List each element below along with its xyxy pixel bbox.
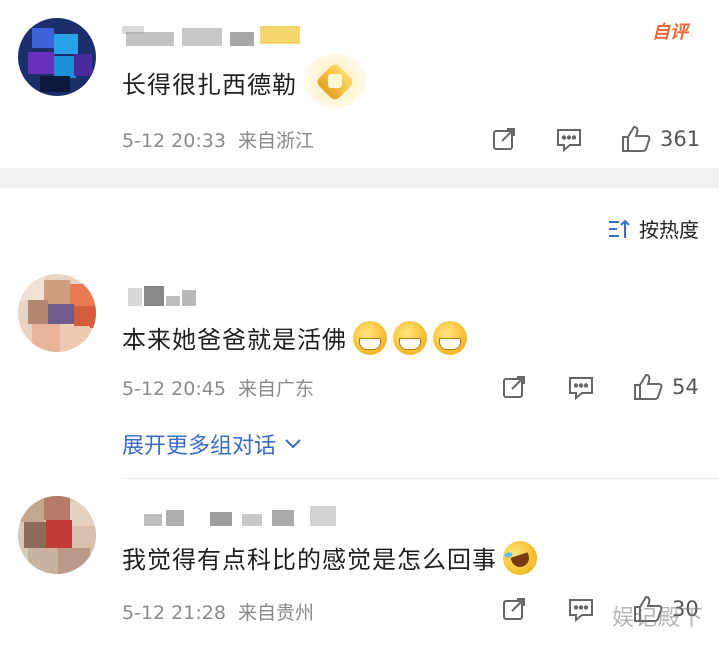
comment-location: 来自贵州	[238, 602, 315, 624]
expand-conversation-link[interactable]: 展开更多组对话	[122, 428, 302, 460]
comment-text: 我觉得有点科比的感觉是怎么回事	[122, 546, 497, 574]
comment-actions: 361	[490, 124, 710, 154]
comment-text: 长得很扎西德勒	[122, 70, 297, 99]
chevron-down-icon	[285, 439, 301, 449]
laugh-cry-emoji-icon	[498, 536, 542, 579]
share-button[interactable]	[500, 594, 528, 624]
share-icon	[493, 128, 515, 150]
share-button[interactable]	[500, 372, 528, 402]
crown-badge-icon	[303, 54, 367, 108]
comment-time: 5-12 20:45	[122, 378, 226, 400]
comment-meta: 5-12 20:33 来自浙江	[122, 126, 314, 153]
like-icon	[634, 373, 663, 400]
comment-icon	[569, 599, 593, 623]
comment-button[interactable]	[566, 594, 596, 624]
comment-meta: 5-12 21:28 来自贵州	[122, 598, 314, 625]
comment-text-row: 本来她爸爸就是活佛	[122, 320, 467, 355]
comment-text: 本来她爸爸就是活佛	[122, 326, 347, 354]
share-icon	[503, 376, 525, 398]
like-button[interactable]: 361	[620, 124, 700, 154]
avatar[interactable]	[18, 496, 96, 574]
grin-emoji-icon	[393, 320, 427, 355]
like-icon	[622, 125, 651, 152]
watermark: 娱记殿下	[612, 606, 705, 631]
share-button[interactable]	[490, 124, 518, 154]
username-masked[interactable]	[122, 504, 352, 530]
expand-label: 展开更多组对话	[122, 434, 277, 459]
comment-actions: 54	[500, 372, 710, 402]
comment-2: 本来她爸爸就是活佛 5-12 20:45 来自广东 54	[0, 188, 719, 478]
avatar[interactable]	[18, 274, 96, 352]
like-button[interactable]: 54	[632, 372, 699, 402]
share-icon	[503, 598, 525, 620]
comment-text-row: 我觉得有点科比的感觉是怎么回事	[122, 536, 542, 579]
comment-button[interactable]	[566, 372, 596, 402]
section-divider	[0, 168, 719, 188]
hot-badge: 自评	[652, 22, 688, 43]
like-count: 54	[672, 375, 699, 399]
comment-button[interactable]	[554, 124, 584, 154]
comment-text-row: 长得很扎西德勒	[122, 54, 367, 108]
comment-icon	[569, 377, 593, 401]
grin-emoji-icon	[433, 320, 467, 355]
comment-location: 来自浙江	[238, 130, 315, 152]
comment-location: 来自广东	[238, 378, 315, 400]
avatar[interactable]	[18, 18, 96, 96]
comment-1: 自评 长得很扎西德勒 5-12 20:33 来自浙江 361	[0, 0, 719, 168]
grin-emoji-icon	[353, 320, 387, 355]
like-count: 361	[660, 127, 701, 151]
comment-time: 5-12 21:28	[122, 602, 226, 624]
username-masked[interactable]	[122, 22, 302, 48]
username-masked[interactable]	[122, 284, 212, 310]
comment-meta: 5-12 20:45 来自广东	[122, 374, 314, 401]
comment-time: 5-12 20:33	[122, 130, 226, 152]
comment-icon	[557, 129, 581, 153]
